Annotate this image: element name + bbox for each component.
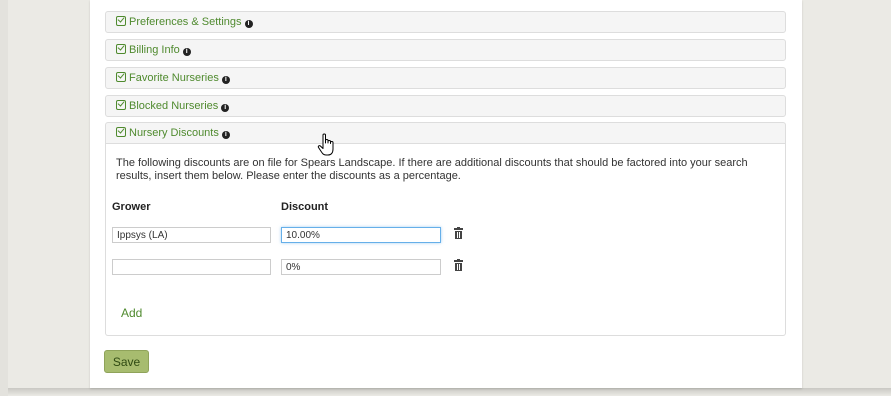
info-circle-icon: i	[221, 104, 230, 112]
discount-column-header: Discount	[281, 201, 329, 213]
save-button[interactable]: Save	[104, 350, 149, 373]
panel-label: Nursery Discounts	[129, 127, 219, 139]
settings-card: Preferences & Settings i Billing Info i Fa…	[90, 0, 802, 388]
panel-label: Favorite Nurseries	[129, 72, 219, 84]
panel-nursery-discounts[interactable]: Nursery Discounts i	[105, 122, 786, 144]
grower-input[interactable]	[112, 227, 271, 243]
page-bottom-shadow	[8, 388, 891, 396]
panel-label: Blocked Nurseries	[129, 100, 219, 112]
info-circle-icon: i	[182, 48, 191, 56]
add-discount-link[interactable]: Add	[121, 306, 142, 320]
check-square-icon	[116, 72, 126, 82]
panel-preferences-settings[interactable]: Preferences & Settings i	[105, 11, 786, 33]
panel-label: Billing Info	[129, 44, 180, 56]
info-circle-icon: i	[221, 76, 230, 84]
check-square-icon	[116, 44, 126, 54]
page-left-strip	[0, 0, 8, 396]
trash-icon[interactable]	[454, 259, 463, 271]
panel-favorite-nurseries[interactable]: Favorite Nurseries i	[105, 67, 786, 89]
discount-input[interactable]	[281, 227, 441, 243]
info-circle-icon: i	[221, 131, 230, 139]
trash-icon[interactable]	[454, 227, 463, 239]
grower-input[interactable]	[112, 259, 271, 275]
check-square-icon	[116, 127, 126, 137]
grower-column-header: Grower	[112, 201, 151, 213]
discount-input[interactable]	[281, 259, 441, 275]
panel-blocked-nurseries[interactable]: Blocked Nurseries i	[105, 95, 786, 117]
nursery-discounts-body: The following discounts are on file for …	[105, 143, 786, 336]
panel-billing-info[interactable]: Billing Info i	[105, 39, 786, 61]
hand-pointer-icon	[317, 133, 334, 156]
check-square-icon	[116, 100, 126, 110]
check-square-icon	[116, 16, 126, 26]
info-circle-icon: i	[244, 20, 253, 28]
panel-label: Preferences & Settings	[129, 16, 242, 28]
discounts-description: The following discounts are on file for …	[116, 157, 748, 182]
